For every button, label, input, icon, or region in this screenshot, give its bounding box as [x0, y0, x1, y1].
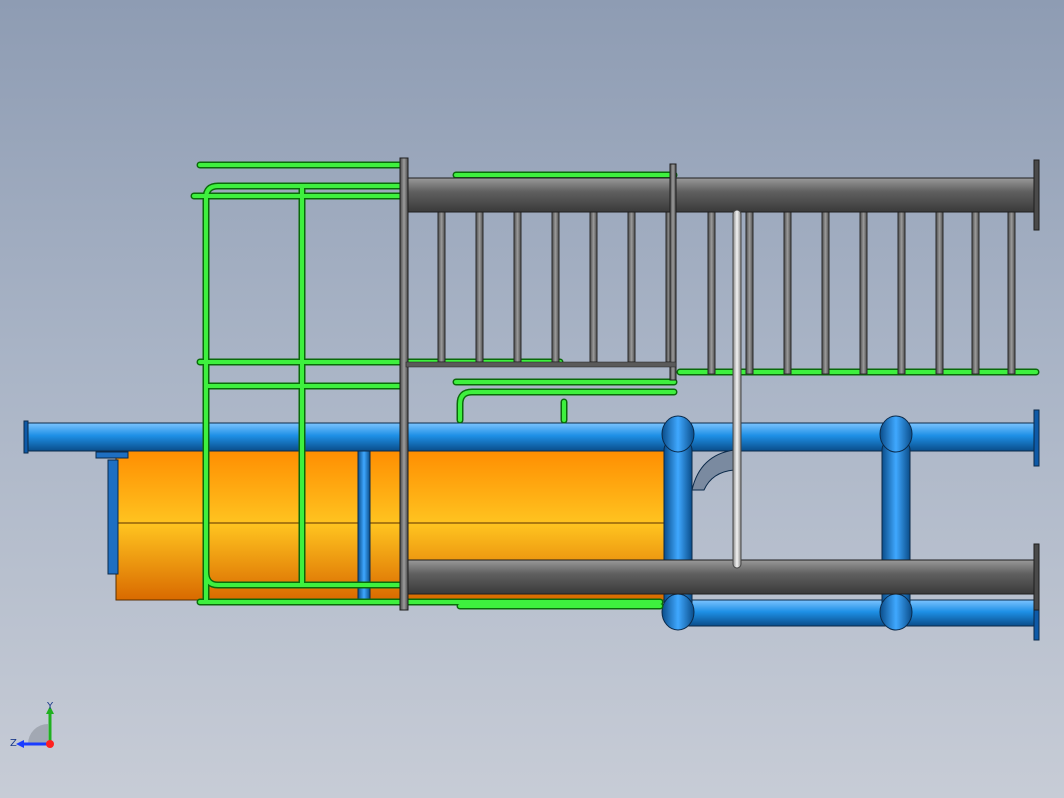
ladder-rung[interactable] — [551, 209, 560, 363]
ladder-rung[interactable] — [971, 209, 980, 375]
ladder-rung[interactable] — [1007, 209, 1016, 375]
graphics-viewport[interactable]: Y Z — [0, 0, 1064, 798]
ladder-rung[interactable] — [783, 209, 792, 375]
ladder-rungs[interactable] — [437, 209, 1016, 375]
ladder-rung[interactable] — [437, 209, 446, 363]
triad-z-label: Z — [10, 738, 17, 749]
vertical-rod[interactable] — [732, 209, 742, 569]
ladder-rung[interactable] — [513, 209, 522, 363]
ladder-rung[interactable] — [745, 209, 754, 375]
ladder-rung[interactable] — [589, 209, 598, 363]
ladder-rung[interactable] — [859, 209, 868, 375]
cad-model[interactable] — [0, 0, 1064, 798]
ladder-rung[interactable] — [707, 209, 716, 375]
ladder-rung[interactable] — [897, 209, 906, 375]
ladder-rung[interactable] — [627, 209, 636, 363]
triad-y-label: Y — [46, 701, 54, 712]
coordinate-triad-icon: Y Z — [10, 701, 54, 749]
ladder-rung[interactable] — [821, 209, 830, 375]
ladder-rung[interactable] — [935, 209, 944, 375]
ladder-rung[interactable] — [475, 209, 484, 363]
